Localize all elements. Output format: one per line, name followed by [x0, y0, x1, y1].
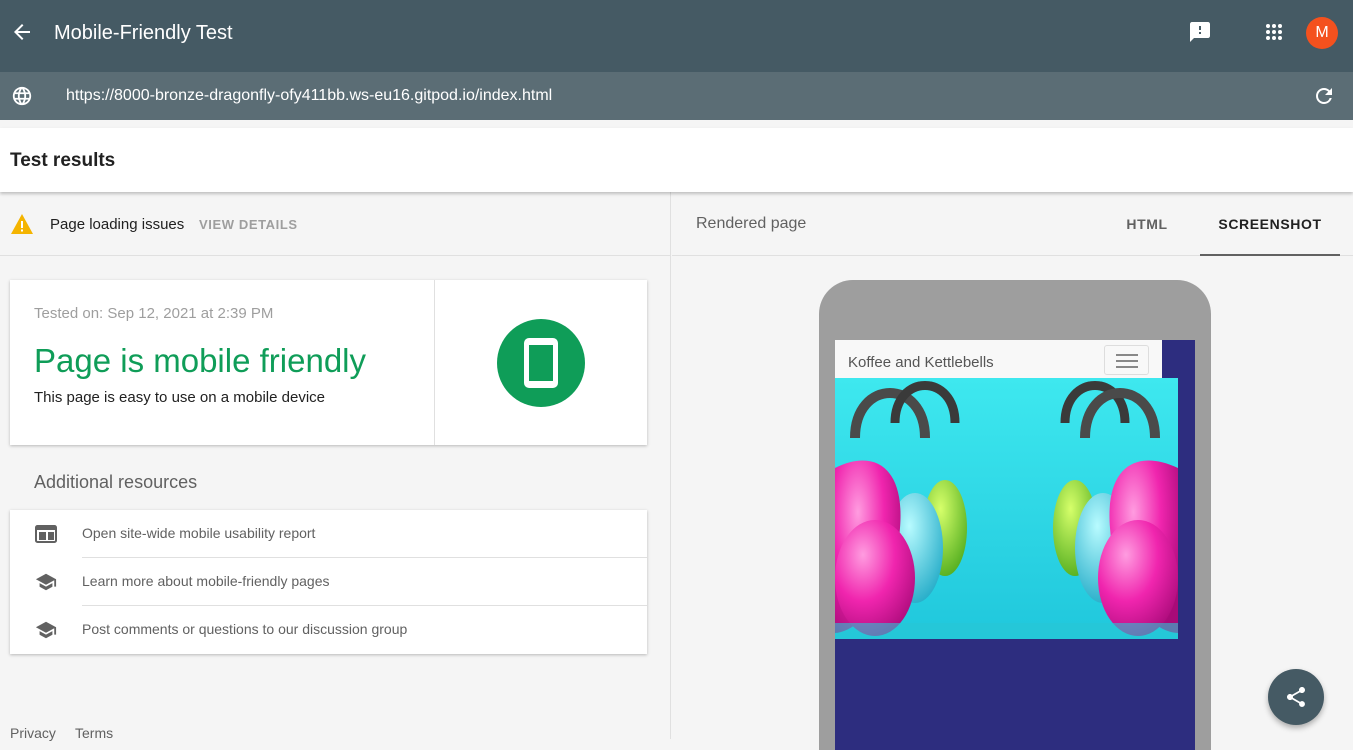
additional-resources-title: Additional resources [34, 472, 198, 492]
warning-icon [10, 213, 34, 235]
share-icon [1287, 687, 1305, 707]
tab-html[interactable]: HTML [1102, 192, 1192, 256]
tab-screenshot[interactable]: SCREENSHOT [1200, 192, 1340, 256]
hamburger-menu-icon [1104, 345, 1149, 375]
summary-card: Tested on: Sep 12, 2021 at 2:39 PM Page … [10, 280, 647, 445]
tested-on-text: Tested on: Sep 12, 2021 at 2:39 PM [34, 305, 274, 322]
url-bar: https://8000-bronze-dragonfly-ofy411bb.w… [0, 72, 1353, 120]
app-title: Mobile-Friendly Test [54, 22, 233, 44]
card-divider [434, 280, 435, 445]
app-bar: Mobile-Friendly Test M [0, 0, 1353, 72]
web-report-icon [34, 523, 58, 545]
resource-label: Post comments or questions to our discus… [82, 621, 408, 637]
phone-frame: Koffee and Kettlebells [819, 280, 1211, 750]
rendered-page-pane: Rendered page HTML SCREENSHOT Koffee and… [672, 192, 1353, 750]
hero-image [835, 378, 1178, 639]
site-navbar: Koffee and Kettlebells [835, 340, 1162, 378]
rendered-page-title: Rendered page [696, 215, 807, 232]
smartphone-icon [497, 319, 585, 407]
school-cap-icon [34, 619, 58, 641]
results-pane: Page loading issues VIEW DETAILS Tested … [0, 192, 671, 741]
mobile-friendly-headline: Page is mobile friendly [34, 342, 366, 379]
site-brand: Koffee and Kettlebells [848, 354, 994, 371]
resource-usability-report[interactable]: Open site-wide mobile usability report [10, 510, 647, 558]
account-avatar[interactable]: M [1306, 17, 1338, 49]
resource-discussion-group[interactable]: Post comments or questions to our discus… [10, 606, 647, 654]
results-title: Test results [10, 150, 116, 171]
mobile-friendly-description: This page is easy to use on a mobile dev… [34, 389, 325, 406]
school-cap-icon [34, 571, 58, 593]
url-field[interactable]: https://8000-bronze-dragonfly-ofy411bb.w… [66, 87, 552, 105]
page-issues-bar: Page loading issues VIEW DETAILS [0, 192, 671, 256]
apps-grid-icon[interactable] [1262, 20, 1286, 44]
page-issues-label: Page loading issues [50, 216, 185, 233]
rendered-page-header: Rendered page HTML SCREENSHOT [672, 192, 1353, 256]
globe-icon [11, 85, 33, 107]
share-button[interactable] [1268, 669, 1324, 725]
view-details-button[interactable]: VIEW DETAILS [199, 217, 298, 232]
results-header: Test results [0, 128, 1353, 192]
resource-label: Open site-wide mobile usability report [82, 525, 316, 541]
rendered-screenshot: Koffee and Kettlebells [835, 340, 1195, 750]
feedback-icon[interactable] [1188, 20, 1212, 44]
refresh-icon[interactable] [1312, 84, 1336, 108]
resources-list: Open site-wide mobile usability report L… [10, 510, 647, 654]
resource-learn-more[interactable]: Learn more about mobile-friendly pages [10, 558, 647, 606]
resource-label: Learn more about mobile-friendly pages [82, 573, 330, 589]
arrow-back-icon[interactable] [10, 20, 34, 44]
